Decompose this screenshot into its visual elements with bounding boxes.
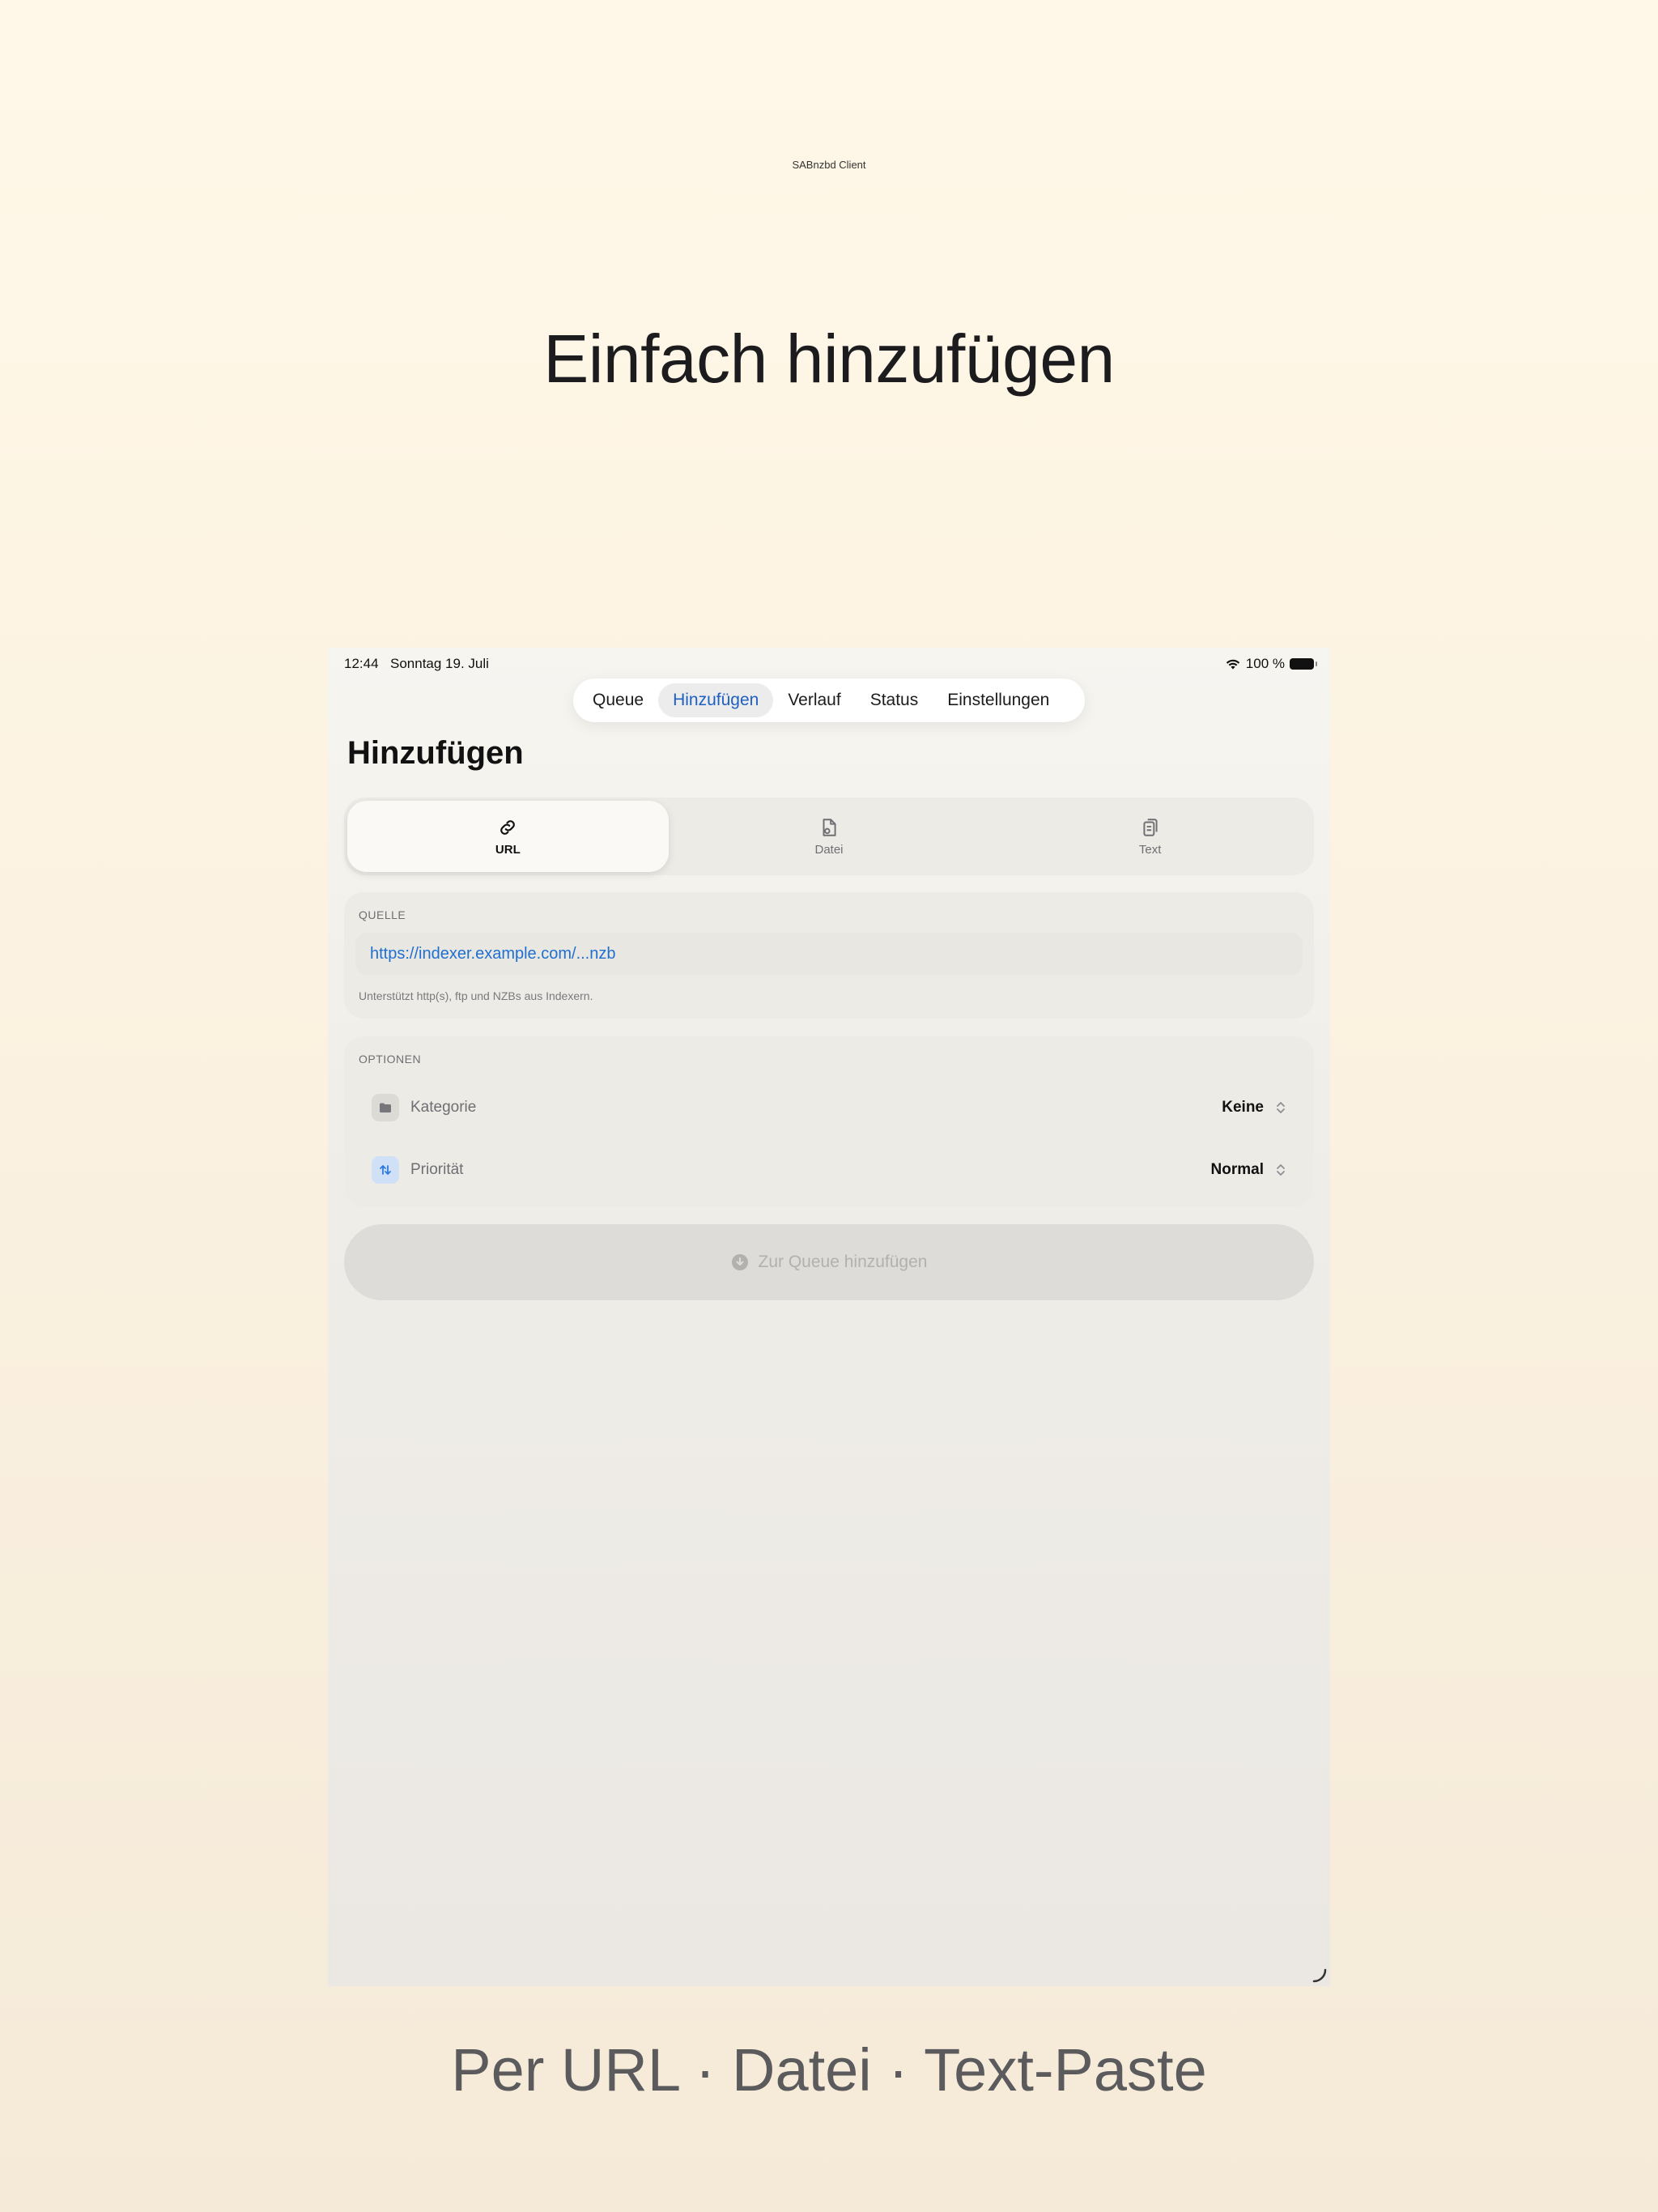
tab-verlauf[interactable]: Verlauf <box>773 683 855 717</box>
options-section-label: OPTIONEN <box>359 1053 422 1066</box>
mode-datei[interactable]: Datei <box>669 801 990 872</box>
battery-percent: 100 % <box>1245 656 1285 671</box>
brand-name: SABnzbd Client <box>792 159 866 171</box>
mode-url-label: URL <box>495 842 521 857</box>
priority-value: Normal <box>1210 1161 1264 1178</box>
priority-picker[interactable]: Priorität Normal <box>359 1146 1299 1194</box>
chevron-updown-icon <box>1277 1102 1285 1113</box>
add-to-queue-label: Zur Queue hinzufügen <box>758 1253 928 1271</box>
battery-icon <box>1290 658 1317 670</box>
category-picker[interactable]: Kategorie Keine <box>359 1083 1299 1132</box>
tab-bar: Queue Hinzufügen Verlauf Status Einstell… <box>573 678 1085 722</box>
status-right: 100 % <box>1225 656 1317 672</box>
download-circle-icon <box>731 1254 748 1270</box>
status-date: Sonntag 19. Juli <box>390 656 489 671</box>
mode-text-label: Text <box>1138 842 1162 857</box>
tab-status[interactable]: Status <box>856 683 933 717</box>
status-time: 12:44 <box>344 656 379 671</box>
status-bar: 12:44 Sonntag 19. Juli 100 % <box>328 648 1330 680</box>
category-label: Kategorie <box>410 1099 477 1116</box>
category-value: Keine <box>1222 1099 1264 1116</box>
add-to-queue-button[interactable]: Zur Queue hinzufügen <box>344 1224 1314 1300</box>
wifi-icon <box>1226 659 1239 669</box>
marketing-subline: Per URL · Datei · Text-Paste <box>451 2036 1207 2104</box>
resize-handle-icon[interactable] <box>1311 1967 1327 1983</box>
mode-datei-label: Datei <box>814 842 844 857</box>
source-mode-picker: URL Datei Text <box>344 798 1314 875</box>
options-card: OPTIONEN Kategorie Keine Priorität Norma… <box>344 1036 1314 1206</box>
chevron-updown-icon <box>1277 1164 1285 1176</box>
source-section-label: QUELLE <box>359 908 406 921</box>
url-hint: Unterstützt http(s), ftp und NZBs aus In… <box>359 989 593 1002</box>
brand-logo: SABnzbd Client <box>0 159 1658 171</box>
mode-text[interactable]: Text <box>989 801 1311 872</box>
link-icon <box>500 819 516 835</box>
tab-hinzufuegen[interactable]: Hinzufügen <box>658 683 774 717</box>
arrows-updown-icon <box>372 1156 399 1184</box>
url-input[interactable]: https://indexer.example.com/...nzb <box>355 933 1303 975</box>
marketing-headline: Einfach hinzufügen <box>543 321 1115 397</box>
device-screenshot: 12:44 Sonntag 19. Juli 100 % Queue Hinzu… <box>328 648 1330 1986</box>
folder-icon <box>372 1094 399 1121</box>
source-card: QUELLE https://indexer.example.com/...nz… <box>344 892 1314 1019</box>
tab-queue[interactable]: Queue <box>578 683 658 717</box>
tab-einstellungen[interactable]: Einstellungen <box>933 683 1064 717</box>
page-title: Hinzufügen <box>347 735 524 771</box>
clipboard-icon <box>1143 818 1158 836</box>
priority-label: Priorität <box>410 1161 464 1178</box>
mode-url[interactable]: URL <box>347 801 669 872</box>
document-icon <box>823 818 836 836</box>
